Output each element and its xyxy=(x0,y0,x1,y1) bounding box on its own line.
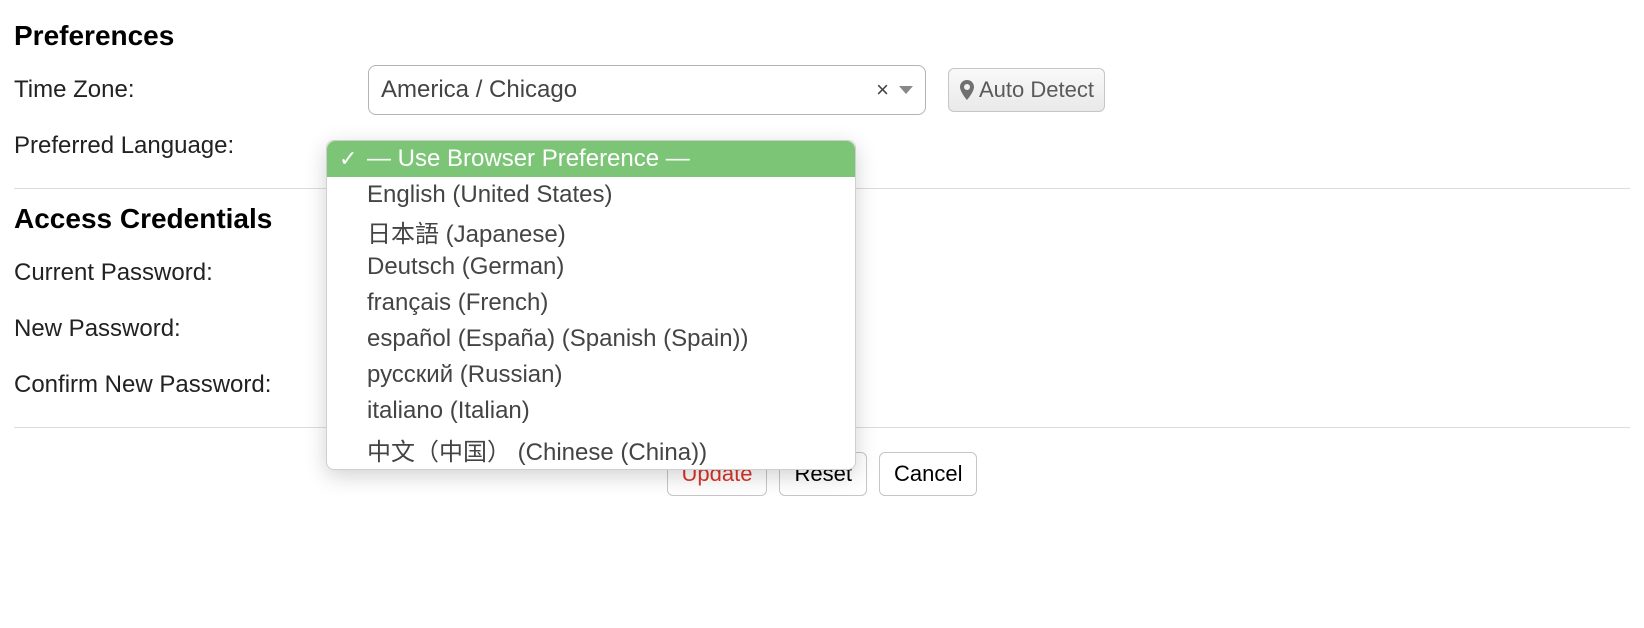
language-option[interactable]: 中文（中国） (Chinese (China)) xyxy=(327,429,855,469)
language-option[interactable]: italiano (Italian) xyxy=(327,393,855,429)
language-option[interactable]: 日本語 (Japanese) xyxy=(327,213,855,249)
language-option[interactable]: русский (Russian) xyxy=(327,357,855,393)
language-option[interactable]: français (French) xyxy=(327,285,855,321)
timezone-value: America / Chicago xyxy=(381,76,876,104)
new-password-label: New Password: xyxy=(14,315,368,343)
timezone-row: Time Zone: America / Chicago × Auto Dete… xyxy=(14,62,1630,118)
caret-down-icon[interactable] xyxy=(899,86,913,94)
timezone-select[interactable]: America / Chicago × xyxy=(368,65,926,115)
language-label: Preferred Language: xyxy=(14,132,368,160)
auto-detect-label: Auto Detect xyxy=(979,77,1094,103)
location-pin-icon xyxy=(959,80,975,100)
language-dropdown[interactable]: — Use Browser Preference — English (Unit… xyxy=(326,140,856,470)
current-password-label: Current Password: xyxy=(14,259,368,287)
language-option[interactable]: — Use Browser Preference — xyxy=(327,141,855,177)
language-option[interactable]: English (United States) xyxy=(327,177,855,213)
clear-icon[interactable]: × xyxy=(876,77,889,103)
auto-detect-button[interactable]: Auto Detect xyxy=(948,68,1105,112)
confirm-password-label: Confirm New Password: xyxy=(14,371,368,399)
language-option[interactable]: Deutsch (German) xyxy=(327,249,855,285)
cancel-button[interactable]: Cancel xyxy=(879,452,977,496)
preferences-title: Preferences xyxy=(14,20,1630,52)
timezone-label: Time Zone: xyxy=(14,76,368,104)
language-option[interactable]: español (España) (Spanish (Spain)) xyxy=(327,321,855,357)
